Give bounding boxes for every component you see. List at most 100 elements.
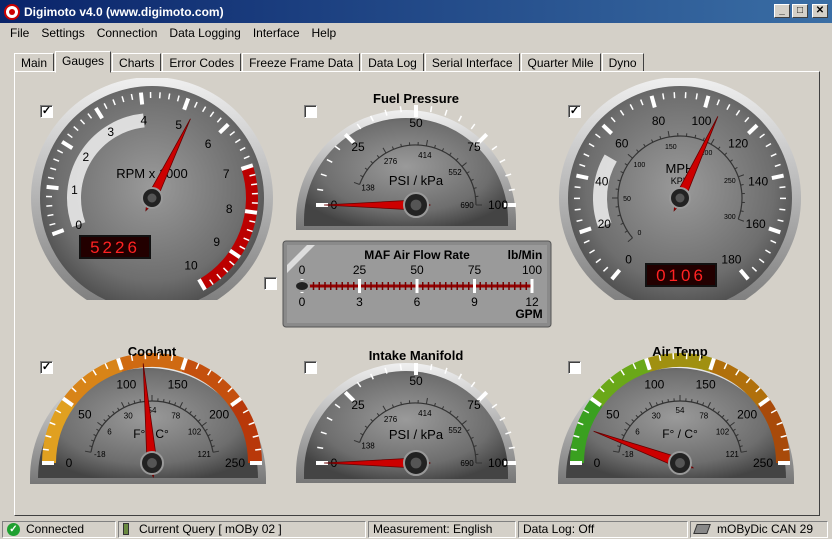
airtemp-inner-tick-label: 6	[635, 427, 640, 436]
maf-top-tick-label: 75	[468, 263, 482, 277]
speed-inner-tick	[740, 183, 744, 186]
speed-inner-tick	[740, 210, 744, 213]
rpm-tick-label: 2	[83, 150, 90, 164]
speed-inner-tick-label: 300	[724, 214, 736, 221]
airtemp-inner-tick-label: -18	[622, 450, 634, 459]
intake-inner-tick	[400, 401, 402, 405]
rpm-tick-label: 0	[75, 218, 82, 232]
fuel-minor-tick	[399, 106, 403, 113]
tab-serial-interface[interactable]: Serial Interface	[424, 53, 520, 72]
speed-inner-tick-label: 150	[665, 144, 677, 151]
intake-tick-label: 25	[351, 398, 365, 412]
maf-bottom-tick-label: 0	[299, 295, 306, 309]
rpm-gauge: 0 1 2 3 4 5 6 7 8 9 10 RPM x 1000 5226	[31, 78, 273, 300]
rpm-tick-label: 1	[71, 183, 78, 197]
fuel-minor-tick	[499, 158, 506, 163]
fuel-tick-label: 50	[409, 116, 423, 130]
status-connection: ✓ Connected	[2, 520, 116, 538]
air-temp-color-arc	[646, 353, 714, 372]
tab-error-codes[interactable]: Error Codes	[162, 53, 242, 72]
menu-help[interactable]: Help	[306, 26, 343, 40]
coolant-tick-label: 250	[225, 456, 245, 470]
coolant-inner-tick	[139, 399, 142, 403]
rpm-tick-label: 7	[223, 167, 230, 181]
coolant-inner-tick-label: -18	[94, 450, 106, 459]
fuel-pressure-unit: PSI / kPa	[389, 173, 444, 188]
rpm-minor-tick	[251, 183, 258, 186]
speed-tick-label: 140	[748, 174, 768, 188]
air-temp-gauge: Air Temp 0 50 100 150 200 250 -18 6 30 54 78 102 121…	[558, 344, 794, 484]
fuel-pressure-gauge: Fuel Pressure 0255075100138276414552690 …	[296, 91, 516, 230]
rpm-tick-label: 3	[107, 125, 114, 139]
intake-minor-tick	[317, 446, 324, 450]
minimize-button[interactable]: _	[774, 4, 790, 18]
speed-inner-tick	[694, 134, 697, 138]
rpm-tick-label: 5	[175, 118, 182, 132]
fuel-minor-tick	[470, 123, 476, 130]
rpm-tick-label: 10	[184, 259, 198, 273]
menu-settings[interactable]: Settings	[35, 26, 90, 40]
tab-quarter-mile[interactable]: Quarter Mile	[520, 53, 601, 72]
coolant-inner-tick	[162, 399, 165, 403]
intake-manifold-unit: PSI / kPa	[389, 427, 444, 442]
maf-top-tick-label: 25	[353, 263, 367, 277]
rpm-tick-label: 6	[205, 137, 212, 151]
fuel-minor-tick	[505, 173, 512, 177]
menu-interface[interactable]: Interface	[247, 26, 306, 40]
airtemp-tick-label: 50	[606, 407, 620, 421]
speed-minor-tick	[662, 93, 665, 100]
close-button[interactable]: ✕	[812, 4, 828, 18]
maf-top-tick-label: 0	[299, 263, 306, 277]
coolant-minor-tick	[42, 448, 49, 451]
fuel-tick-label: 100	[488, 198, 508, 212]
coolant-inner-tick-label: 6	[107, 427, 112, 436]
check-icon: ✓	[7, 522, 20, 536]
coolant-inner-tick-label: 121	[198, 450, 212, 459]
status-bar: ✓ Connected Current Query [ mOBy 02 ] Mea…	[0, 519, 832, 539]
speed-inner-tick-label: 50	[623, 196, 631, 203]
airtemp-tick-label: 200	[737, 407, 757, 421]
speed-digital-readout: 0106	[656, 266, 706, 285]
menu-data-logging[interactable]: Data Logging	[163, 26, 246, 40]
coolant-title: Coolant	[128, 344, 177, 359]
speed-minor-tick	[574, 208, 581, 211]
coolant-tick-label: 50	[78, 407, 92, 421]
airtemp-tick-label: 150	[696, 377, 716, 391]
menu-bar: File Settings Connection Data Logging In…	[0, 23, 832, 42]
maximize-button[interactable]: □	[792, 4, 808, 18]
fuel-inner-tick-label: 690	[460, 201, 474, 210]
tab-charts[interactable]: Charts	[112, 53, 162, 72]
menu-file[interactable]: File	[4, 26, 35, 40]
tab-data-log[interactable]: Data Log	[361, 53, 424, 72]
fuel-minor-tick	[458, 115, 463, 122]
fuel-inner-tick-label: 552	[448, 168, 462, 177]
tab-main[interactable]: Main	[14, 53, 55, 72]
speed-minor-tick	[779, 186, 786, 189]
fuel-inner-tick-label: 138	[361, 184, 375, 193]
tab-dyno[interactable]: Dyno	[601, 53, 644, 72]
airtemp-tick-label: 0	[594, 456, 601, 470]
maf-bottom-tick-label: 3	[356, 295, 363, 309]
rpm-needle-hub-center	[147, 193, 157, 203]
airtemp-minor-tick	[783, 448, 790, 451]
speed-minor-tick	[574, 186, 581, 189]
speed-tick-label: 80	[652, 114, 666, 128]
speed-tick-label: 40	[595, 174, 609, 188]
intake-manifold-title: Intake Manifold	[369, 348, 464, 363]
tab-gauges[interactable]: Gauges	[55, 51, 112, 73]
tab-freeze-frame-data[interactable]: Freeze Frame Data	[242, 53, 361, 72]
tab-strip: Main Gauges Charts Error Codes Freeze Fr…	[14, 51, 645, 73]
intake-minor-tick	[508, 446, 515, 450]
menu-connection[interactable]: Connection	[91, 26, 164, 40]
airtemp-inner-tick-label: 121	[726, 450, 740, 459]
app-logo-icon[interactable]	[4, 3, 20, 20]
speed-needle-hub-center	[675, 193, 685, 203]
intake-tick-label: 75	[467, 398, 481, 412]
speed-minor-tick	[695, 93, 698, 100]
coolant-inner-tick-label: 102	[188, 427, 202, 436]
coolant-tick-label: 100	[116, 377, 136, 391]
plug-icon	[123, 523, 129, 535]
status-data-log: Data Log: Off	[518, 520, 688, 538]
intake-inner-tick-label: 552	[448, 426, 462, 435]
title-bar: Digimoto v4.0 (www.digimoto.com) _ □ ✕	[0, 0, 832, 23]
